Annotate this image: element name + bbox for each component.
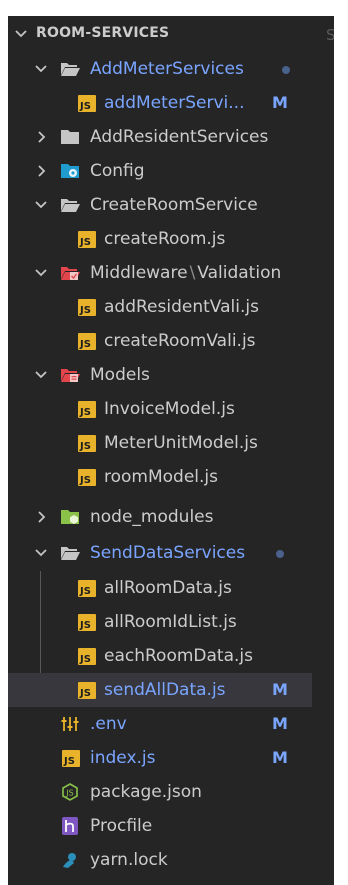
git-modified-badge: M (272, 714, 288, 733)
js-file-icon: JS (78, 435, 96, 452)
chevron-down-icon[interactable] (34, 266, 48, 280)
node-folder-icon (61, 510, 79, 524)
js-file-icon: JS (78, 231, 96, 248)
js-file-icon: JS (78, 401, 96, 418)
tree-file-addresidentvali-js[interactable]: JS addResidentVali.js (8, 290, 334, 324)
file-explorer: ROOM-SERVICES S AddMeterServices JS addM… (8, 16, 334, 885)
tree-item-label: InvoiceModel.js (104, 399, 235, 419)
tree-item-label: package.json (90, 782, 202, 802)
svg-text:JS: JS (65, 789, 73, 798)
tree-folder-config[interactable]: Config (8, 154, 334, 188)
tree-item-label: Procfile (90, 816, 153, 836)
tree-file-env[interactable]: .env M (8, 707, 334, 741)
tree-item-label: eachRoomData.js (104, 646, 253, 666)
folder-icon (61, 130, 79, 144)
js-file-icon: JS (78, 580, 96, 597)
tree-item-label: addResidentVali.js (104, 297, 259, 317)
js-file-icon: JS (78, 648, 96, 665)
tree-item-label: allRoomIdList.js (104, 612, 237, 632)
folder-open-icon (61, 63, 80, 76)
js-file-icon: JS (78, 299, 96, 316)
js-file-icon: JS (78, 614, 96, 631)
tree-file-eachroomdata-js[interactable]: JS eachRoomData.js (8, 639, 334, 673)
tree-item-label: index.js (90, 748, 156, 768)
chevron-down-icon[interactable] (34, 368, 48, 382)
chevron-right-icon[interactable] (34, 164, 48, 178)
tree-file-allroomdata-js[interactable]: JS allRoomData.js (8, 571, 334, 605)
chevron-down-icon[interactable] (34, 62, 48, 76)
folder-name-part: Middleware (90, 263, 188, 283)
git-modified-badge: M (272, 680, 288, 699)
heroku-icon (62, 817, 78, 835)
tree-item-label: node_modules (90, 507, 214, 527)
middleware-folder-icon (61, 267, 80, 280)
tree-item-label: SendDataServices (90, 543, 246, 563)
tree-file-createroom-js[interactable]: JS createRoom.js (8, 222, 334, 256)
js-file-icon: JS (78, 333, 96, 350)
tree-item-label: CreateRoomService (90, 195, 258, 215)
env-settings-icon (61, 717, 79, 731)
tree-folder-senddataservices[interactable]: SendDataServices (8, 536, 334, 570)
tree-item-label: AddResidentServices (90, 127, 269, 147)
tree-item-label: addMeterServi... (104, 93, 245, 113)
tree-folder-addresidentservices[interactable]: AddResidentServices (8, 120, 334, 154)
adjacent-pane-glyph: S (326, 26, 334, 44)
tree-file-index-js[interactable]: JS index.js M (8, 741, 334, 775)
tree-file-allroomidlist-js[interactable]: JS allRoomIdList.js (8, 605, 334, 639)
tree-item-label: createRoom.js (104, 229, 226, 249)
explorer-root-label: ROOM-SERVICES (36, 25, 170, 41)
tree-file-meterunitmodel-js[interactable]: JS MeterUnitModel.js (8, 426, 334, 460)
tree-file-package-json[interactable]: JS package.json (8, 775, 334, 809)
chevron-down-icon[interactable] (34, 198, 48, 212)
tree-folder-middleware-validation[interactable]: Middleware \ Validation (8, 256, 334, 290)
modified-dot (276, 550, 284, 558)
tree-file-roommodel-js[interactable]: JS roomModel.js (8, 460, 334, 494)
chevron-right-icon[interactable] (34, 130, 48, 144)
tree-item-label: .env (90, 714, 127, 734)
tree-file-sendalldata-js[interactable]: JS sendAllData.js M (8, 673, 312, 707)
folder-name-part: Validation (197, 263, 282, 283)
explorer-root-header[interactable]: ROOM-SERVICES S (8, 16, 334, 52)
tree-item-label: Models (90, 365, 150, 385)
chevron-right-icon[interactable] (34, 510, 48, 524)
git-modified-badge: M (272, 93, 288, 112)
tree-item-label: Middleware \ Validation (90, 261, 281, 285)
folder-open-icon (61, 199, 80, 212)
config-folder-icon (61, 164, 79, 178)
tree-file-invoicemodel-js[interactable]: JS InvoiceModel.js (8, 392, 334, 426)
tree-folder-createroomservice[interactable]: CreateRoomService (8, 188, 334, 222)
tree-file-createroomvali-js[interactable]: JS createRoomVali.js (8, 324, 334, 358)
tree-folder-addmeterservices[interactable]: AddMeterServices (8, 52, 334, 86)
tree-file-yarn-lock[interactable]: yarn.lock (8, 843, 334, 877)
folder-open-icon (61, 547, 80, 560)
js-file-icon: JS (78, 682, 96, 699)
tree-item-label: AddMeterServices (90, 59, 244, 79)
tree-item-label: MeterUnitModel.js (104, 433, 258, 453)
js-file-icon: JS (78, 95, 96, 112)
tree-item-label: createRoomVali.js (104, 331, 256, 351)
tree-item-label: yarn.lock (90, 850, 168, 870)
nodejs-icon: JS (62, 783, 78, 801)
js-file-icon: JS (78, 469, 96, 486)
models-folder-icon (61, 369, 80, 382)
path-separator: \ (189, 263, 196, 283)
git-modified-badge: M (272, 748, 288, 767)
yarn-icon (63, 853, 76, 868)
chevron-down-icon[interactable] (14, 27, 28, 41)
tree-file-addmeterservices-js[interactable]: JS addMeterServi... M (8, 86, 334, 120)
modified-dot (282, 66, 290, 74)
chevron-down-icon[interactable] (34, 546, 48, 560)
tree-item-label: allRoomData.js (104, 578, 232, 598)
tree-item-label: roomModel.js (104, 467, 219, 487)
tree-item-label: sendAllData.js (104, 680, 226, 700)
js-file-icon: JS (62, 750, 80, 767)
tree-item-label: Config (90, 161, 145, 181)
tree-file-procfile[interactable]: Procfile (8, 809, 334, 843)
tree-folder-models[interactable]: Models (8, 358, 334, 392)
tree-folder-node-modules[interactable]: node_modules (8, 500, 334, 534)
